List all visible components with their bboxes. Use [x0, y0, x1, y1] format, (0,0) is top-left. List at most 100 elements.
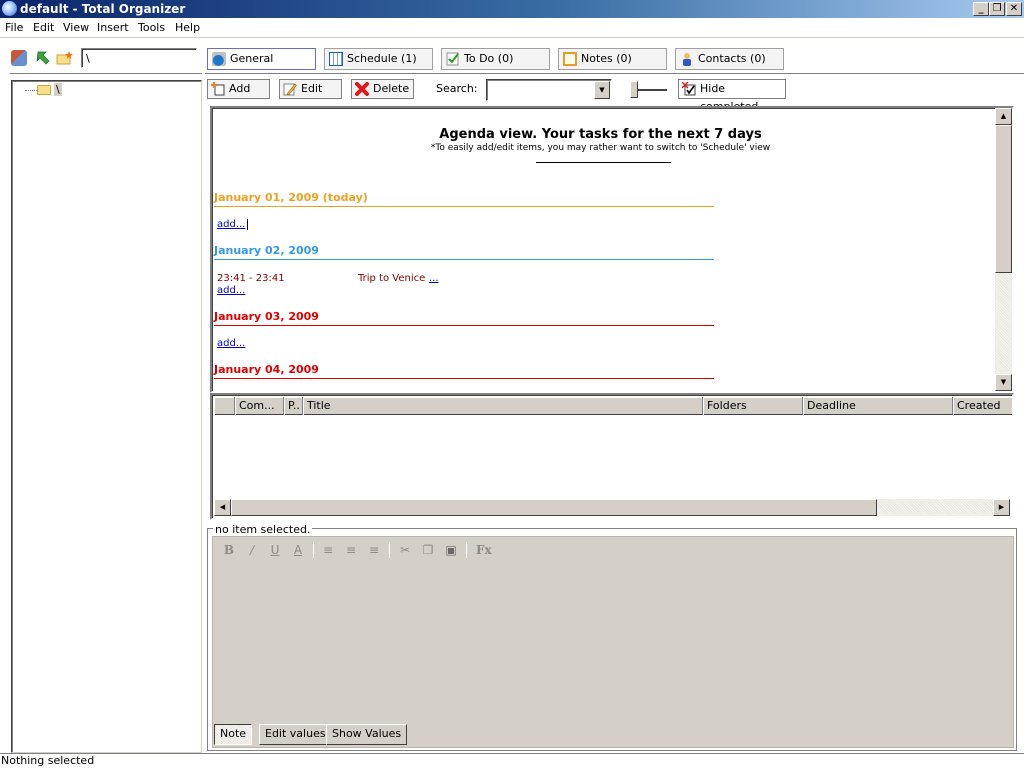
menu-view[interactable]: View [63, 21, 89, 34]
general-icon [212, 52, 226, 66]
day-header-jan-01: January 01, 2009 (today) [214, 191, 714, 207]
clear-format-icon[interactable]: Fx [476, 543, 492, 557]
edit-button-label: Edit [301, 82, 323, 95]
menu-tools[interactable]: Tools [138, 21, 165, 34]
column-header-folders[interactable]: Folders [703, 397, 803, 415]
scroll-right-icon[interactable]: ▶ [993, 499, 1010, 516]
folder-path-input[interactable] [81, 48, 197, 68]
delete-x-icon [355, 82, 369, 96]
grid-horizontal-scrollbar[interactable]: ◀ ▶ [214, 499, 1010, 516]
agenda-view: Agenda view. Your tasks for the next 7 d… [210, 106, 1014, 393]
day-header-jan-02: January 02, 2009 [214, 244, 714, 260]
pencil-icon [283, 82, 297, 96]
font-color-icon[interactable]: A [291, 543, 305, 557]
folder-tree[interactable]: \ [11, 80, 202, 753]
toolbar-separator [621, 81, 622, 99]
italic-icon[interactable]: / [245, 543, 259, 557]
tab-notes[interactable]: Notes (0) [558, 48, 667, 70]
chevron-down-icon[interactable]: ▼ [594, 81, 610, 99]
close-button[interactable]: ✕ [1006, 2, 1022, 16]
minimize-button[interactable]: _ [973, 2, 989, 16]
tab-schedule[interactable]: Schedule (1) [324, 48, 433, 70]
note-caption: no item selected. [213, 523, 313, 536]
add-icon [211, 82, 225, 96]
toolbar-divider-left [10, 73, 202, 75]
event-time: 23:41 - 23:41 [217, 273, 285, 284]
edit-values-button[interactable]: Edit values [259, 724, 332, 745]
event-more-link[interactable]: ... [429, 273, 439, 284]
scroll-left-icon[interactable]: ◀ [214, 499, 231, 516]
event-title[interactable]: Trip to Venice [358, 273, 425, 284]
column-header-priority[interactable]: P.. [284, 397, 303, 415]
checklist-icon [446, 52, 460, 66]
align-right-icon[interactable]: ≡ [367, 543, 381, 557]
align-left-icon[interactable]: ≡ [321, 543, 335, 557]
hide-completed-icon [681, 81, 696, 96]
align-center-icon[interactable]: ≡ [344, 543, 358, 557]
menu-bar: File Edit View Insert Tools Help [0, 18, 1024, 38]
search-combobox[interactable]: ▼ [486, 79, 612, 101]
hscroll-thumb[interactable] [231, 499, 877, 516]
tree-connector [25, 90, 37, 91]
new-folder-icon[interactable] [56, 50, 73, 66]
cut-icon[interactable]: ✂ [398, 543, 412, 557]
back-arrow-icon[interactable] [35, 50, 51, 66]
scroll-down-icon[interactable]: ▼ [995, 374, 1012, 391]
scroll-up-icon[interactable]: ▲ [995, 108, 1012, 125]
show-values-button[interactable]: Show Values [326, 724, 408, 745]
column-header-created[interactable]: Created [953, 397, 1012, 415]
column-header-indicator[interactable] [214, 397, 235, 415]
slider-thumb[interactable] [630, 81, 638, 98]
underline-icon[interactable]: U [268, 543, 282, 557]
folder-icon [37, 85, 51, 95]
home-icon[interactable] [11, 50, 27, 66]
day-header-jan-04: January 04, 2009 [214, 363, 714, 379]
note-tab-button[interactable]: Note [214, 724, 253, 745]
scroll-thumb[interactable] [995, 125, 1012, 273]
contact-icon [680, 52, 694, 66]
column-header-completed[interactable]: Com... [235, 397, 284, 415]
format-separator [389, 542, 390, 558]
agenda-vertical-scrollbar[interactable]: ▲ ▼ [995, 108, 1012, 391]
agenda-subtitle: *To easily add/edit items, you may rathe… [430, 143, 771, 153]
tab-contacts[interactable]: Contacts (0) [675, 48, 784, 70]
items-grid[interactable]: Com... P.. Title Folders Deadline Create… [210, 393, 1014, 520]
add-link-jan-02[interactable]: add... [217, 285, 245, 296]
tab-notes-label: Notes (0) [581, 52, 632, 65]
format-separator [466, 542, 467, 558]
hide-completed-button[interactable]: Hide completed [678, 79, 786, 113]
tab-schedule-label: Schedule (1) [347, 52, 417, 65]
tab-general[interactable]: General [207, 48, 316, 70]
calendar-icon [329, 52, 343, 66]
column-header-deadline[interactable]: Deadline [803, 397, 953, 415]
delete-button[interactable]: Delete [351, 79, 414, 99]
status-text: Nothing selected [1, 754, 95, 767]
slider-track [636, 89, 667, 91]
notes-icon [563, 52, 577, 66]
edit-button[interactable]: Edit [279, 79, 342, 99]
paste-icon[interactable]: ▣ [444, 543, 458, 557]
menu-insert[interactable]: Insert [97, 21, 129, 34]
menu-edit[interactable]: Edit [33, 21, 54, 34]
menu-help[interactable]: Help [175, 21, 200, 34]
format-separator [313, 542, 314, 558]
bold-icon[interactable]: B [222, 543, 236, 557]
restore-button[interactable]: ❐ [989, 2, 1005, 16]
toolbar-divider-right [205, 73, 1024, 75]
add-button[interactable]: Add [207, 79, 270, 99]
window-title: default - Total Organizer [20, 2, 186, 16]
add-link-jan-03[interactable]: add... [217, 338, 245, 349]
grid-header: Com... P.. Title Folders Deadline Create… [214, 397, 1012, 415]
title-bar: default - Total Organizer _ ❐ ✕ [0, 0, 1024, 18]
tab-todo[interactable]: To Do (0) [441, 48, 550, 70]
menu-file[interactable]: File [5, 21, 23, 34]
tab-todo-label: To Do (0) [464, 52, 514, 65]
agenda-divider [536, 162, 671, 163]
copy-icon[interactable]: ❐ [421, 543, 435, 557]
tree-root-item[interactable]: \ [54, 83, 62, 96]
add-button-label: Add [229, 82, 251, 95]
add-link-jan-01[interactable]: add... [217, 219, 249, 230]
column-header-title[interactable]: Title [303, 397, 703, 415]
status-bar: Nothing selected [0, 753, 1024, 768]
note-editor[interactable] [212, 536, 1014, 748]
